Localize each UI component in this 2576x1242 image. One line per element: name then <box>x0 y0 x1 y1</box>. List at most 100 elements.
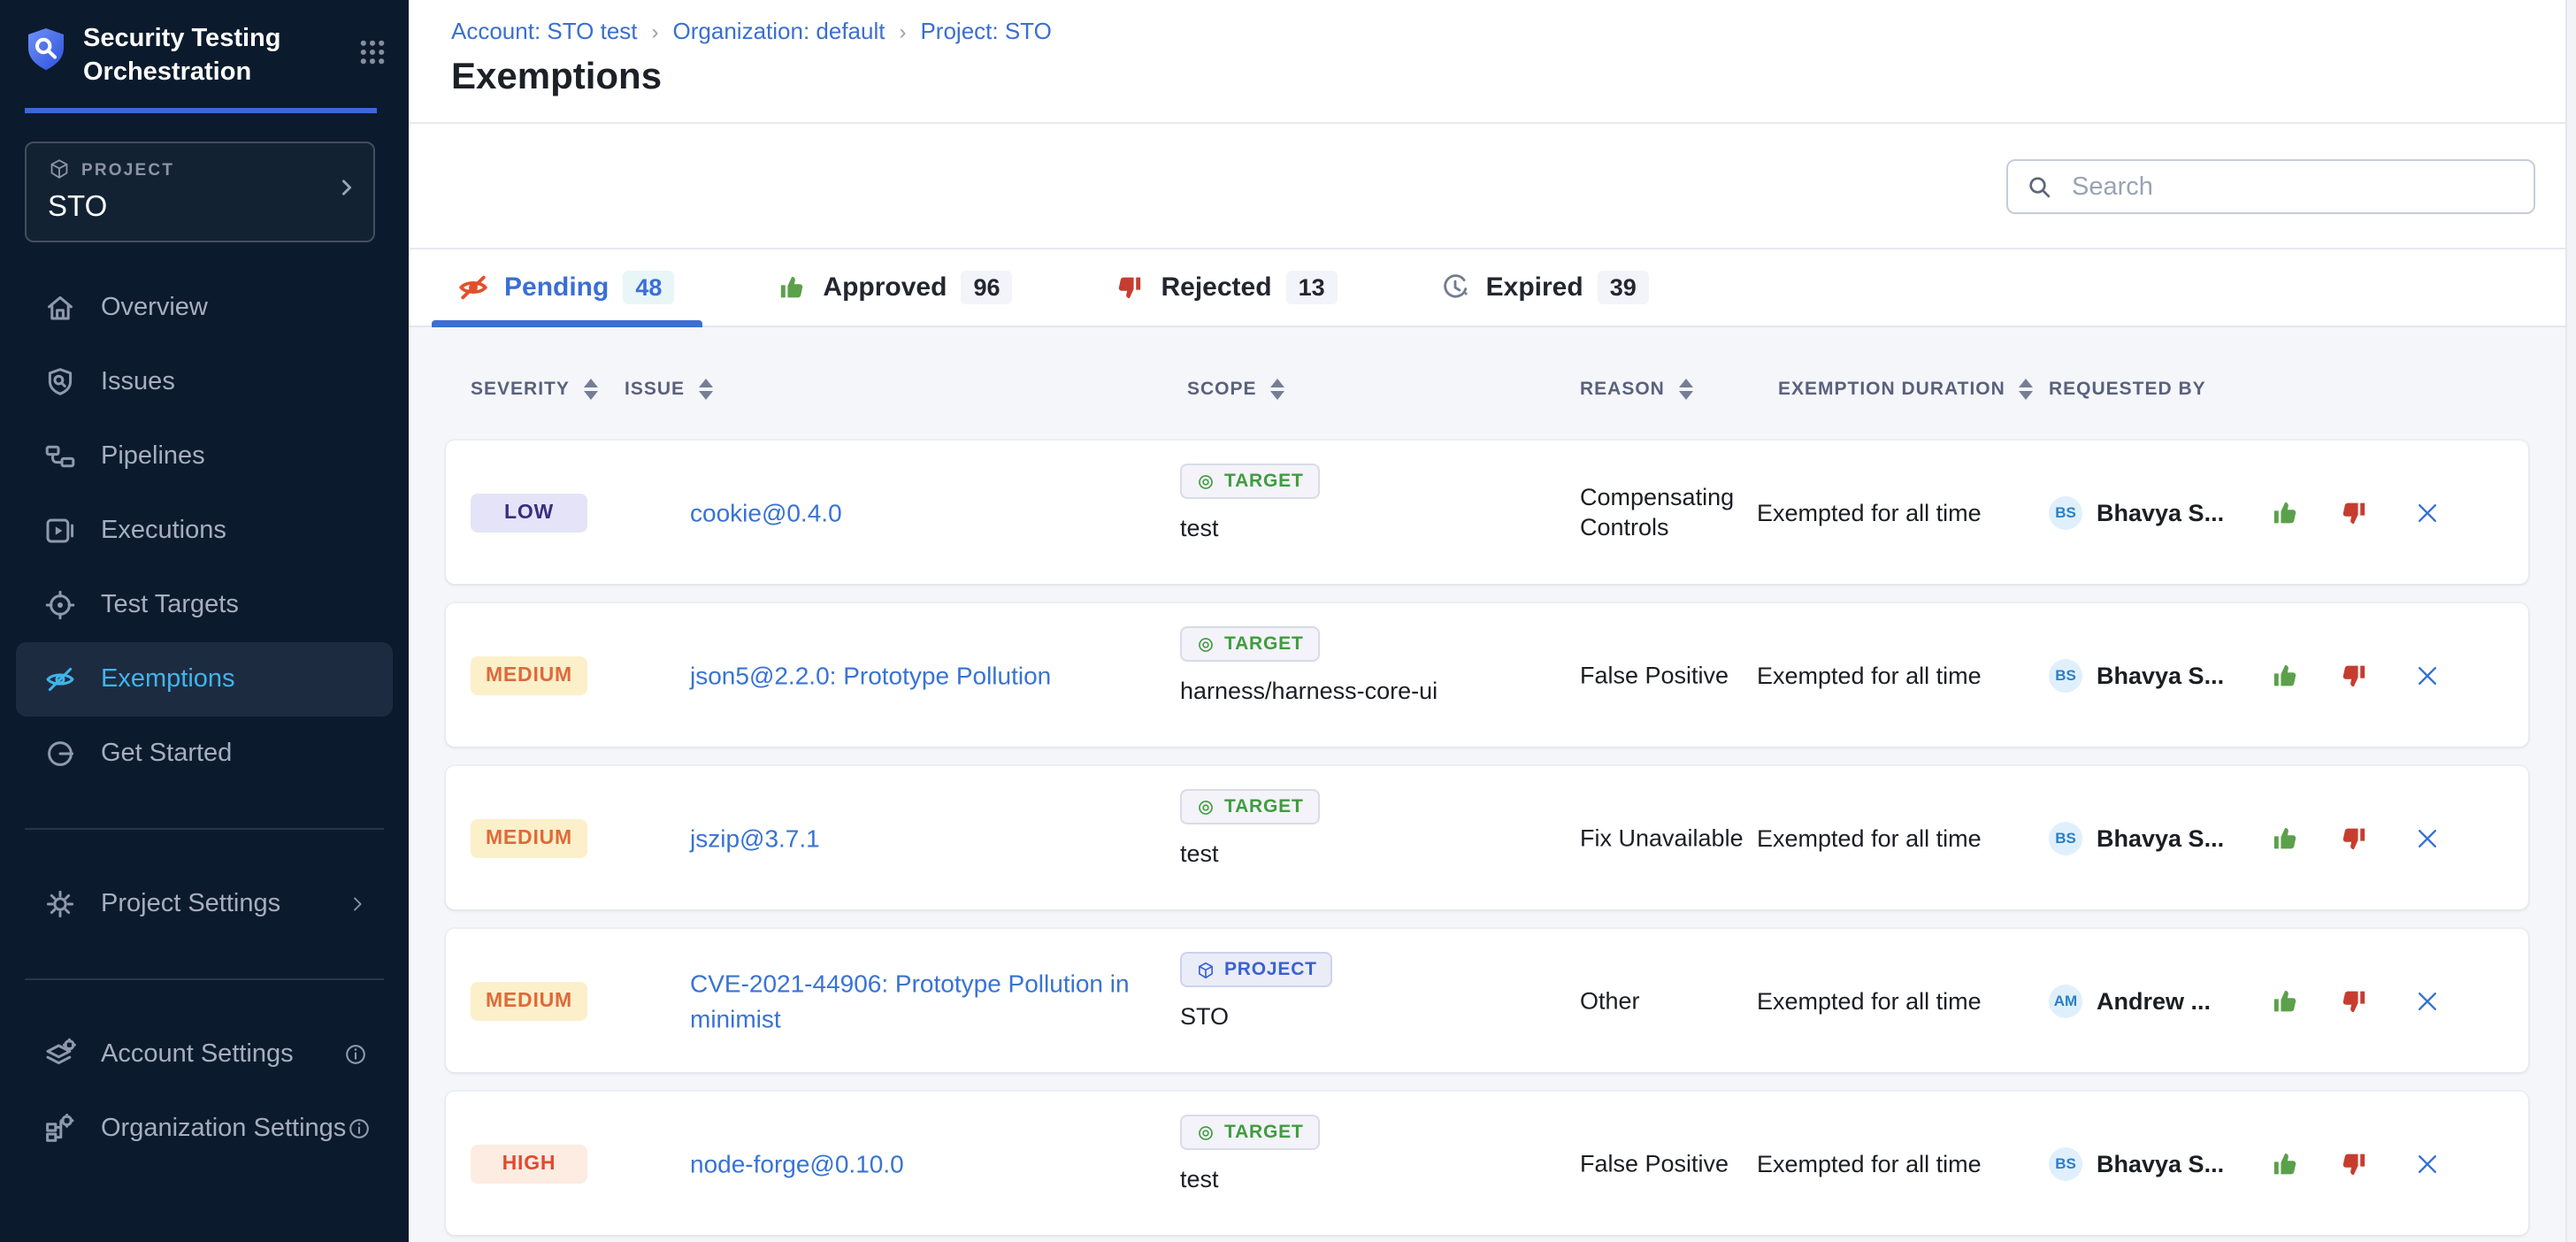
sidebar-item-label: Issues <box>101 367 175 395</box>
column-header-severity[interactable]: SEVERITY <box>471 379 598 400</box>
approve-button thumb-up-icon[interactable] <box>2268 495 2302 529</box>
sidebar-item-project-settings[interactable]: Project Settings <box>16 866 393 940</box>
tab-label: Expired <box>1486 272 1583 303</box>
requested-by-cell: BSBhavya S... <box>2049 658 2224 692</box>
reason-text: Fix Unavailable <box>1580 822 1757 853</box>
breadcrumb-separator: › <box>652 19 659 43</box>
page-title: Exemptions <box>451 57 2576 99</box>
cube-icon <box>1196 960 1215 979</box>
clock-icon <box>1438 271 1472 304</box>
reject-button thumb-down-icon[interactable] <box>2337 984 2371 1017</box>
search-box <box>2006 159 2535 214</box>
page-header: Account: STO test › Organization: default ›… <box>409 0 2576 124</box>
sidebar-item-organization-settings[interactable]: Organization Settings <box>16 1091 393 1165</box>
requester-name: Bhavya S... <box>2097 662 2224 688</box>
tab-pending[interactable]: Pending48 <box>456 249 674 326</box>
column-header-reason[interactable]: REASON <box>1580 379 1693 400</box>
requester-name: Andrew ... <box>2097 987 2211 1014</box>
dismiss-button x-icon[interactable] <box>2413 661 2442 689</box>
breadcrumb-link-account[interactable]: Account: STO test <box>451 18 638 44</box>
column-label: SEVERITY <box>471 379 570 400</box>
column-label: EXEMPTION DURATION <box>1778 379 2005 400</box>
requested-by-cell: BS Bhavya S... <box>2049 1146 2224 1180</box>
sidebar-item-label: Overview <box>101 293 208 321</box>
scope-cell: TARGET test <box>1180 1115 1320 1192</box>
chevron-right-icon <box>336 175 357 207</box>
column-label: REASON <box>1580 379 1665 400</box>
scope-type-badge: TARGET <box>1180 789 1320 824</box>
approve-button thumb-up-icon[interactable] <box>2268 984 2302 1017</box>
column-header-issue[interactable]: ISSUE <box>625 379 713 400</box>
project-selector[interactable]: PROJECT STO <box>25 141 375 242</box>
approve-button thumb-up-icon[interactable] <box>2268 1146 2302 1180</box>
column-header-scope[interactable]: SCOPE <box>1187 379 1285 400</box>
sidebar-item-issues[interactable]: Issues <box>16 344 393 418</box>
scope-type-label: TARGET <box>1224 633 1304 655</box>
sidebar-item-overview[interactable]: Overview <box>16 270 393 344</box>
issue-link[interactable]: json5@2.2.0: Prototype Pollution <box>690 657 1171 694</box>
cube-icon <box>48 157 71 185</box>
scope-cell: TARGETharness/harness-core-ui <box>1180 626 1438 703</box>
issue-link[interactable]: cookie@0.4.0 <box>690 494 1171 531</box>
severity-badge: MEDIUM <box>471 981 587 1020</box>
table-header: SEVERITY ISSUE SCOPE REASON EXEMPTION DURATI… <box>409 327 2576 441</box>
exemption-row: MEDIUM CVE-2021-44906: Prototype Pollutio… <box>446 929 2528 1072</box>
sidebar-item-executions[interactable]: Executions <box>16 493 393 567</box>
exemption-row: HIGHnode-forge@0.10.0TARGETtestFalse Pos… <box>446 1092 2528 1235</box>
scope-value: test <box>1180 1165 1320 1192</box>
scope-value: STO <box>1180 1002 1333 1029</box>
sidebar-item-pipelines[interactable]: Pipelines <box>16 418 393 493</box>
reject-button thumb-down-icon[interactable] <box>2337 1146 2371 1180</box>
column-header-requested-by: REQUESTED BY <box>2049 379 2206 400</box>
exemption-row: LOWcookie@0.4.0TARGETtestCompensating Co… <box>446 441 2528 584</box>
avatar: BS <box>2049 1146 2082 1180</box>
tab-approved[interactable]: Approved96 <box>775 249 1012 326</box>
breadcrumb-separator: › <box>899 19 906 43</box>
chevron-right-icon <box>347 893 368 914</box>
approve-button thumb-up-icon[interactable] <box>2268 658 2302 692</box>
requester-name: Bhavya S... <box>2097 1150 2224 1177</box>
issue-link[interactable]: CVE-2021-44906: Prototype Pollution in m… <box>690 964 1171 1036</box>
dismiss-button x-icon[interactable] <box>2413 1149 2442 1177</box>
scope-cell: PROJECTSTO <box>1180 952 1333 1029</box>
brand-underline <box>25 107 377 112</box>
reason-text: Other <box>1580 985 1757 1016</box>
tab-rejected[interactable]: Rejected13 <box>1114 249 1338 326</box>
requested-by-cell: AMAndrew ... <box>2049 984 2211 1017</box>
dismiss-button x-icon[interactable] <box>2413 824 2442 852</box>
sidebar-item-label: Pipelines <box>101 441 205 470</box>
table-body: LOWcookie@0.4.0TARGETtestCompensating Co… <box>409 441 2576 1235</box>
column-label: SCOPE <box>1187 379 1257 400</box>
app-header: Security Testing Orchestration <box>0 0 409 89</box>
severity-badge: LOW <box>471 493 587 532</box>
info-icon[interactable] <box>343 1041 368 1066</box>
sidebar-item-test-targets[interactable]: Test Targets <box>16 567 393 641</box>
scrollbar[interactable] <box>2565 0 2576 1242</box>
dismiss-button x-icon[interactable] <box>2413 986 2442 1015</box>
issue-link[interactable]: jszip@3.7.1 <box>690 820 1171 856</box>
main-content: Account: STO test › Organization: default ›… <box>409 0 2576 1242</box>
issue-link[interactable]: node-forge@0.10.0 <box>690 1146 1171 1182</box>
sidebar-item-label: Project Settings <box>101 889 280 917</box>
approve-button thumb-up-icon[interactable] <box>2268 821 2302 855</box>
search-input[interactable] <box>2068 171 2516 203</box>
scope-type-badge: TARGET <box>1180 1115 1320 1150</box>
column-header-exemption-duration[interactable]: EXEMPTION DURATION <box>1778 379 2034 400</box>
reject-button thumb-down-icon[interactable] <box>2337 658 2371 692</box>
info-icon[interactable] <box>346 1116 371 1140</box>
reject-button thumb-down-icon[interactable] <box>2337 495 2371 529</box>
scope-cell: TARGETtest <box>1180 789 1320 866</box>
sidebar-item-exemptions[interactable]: Exemptions <box>16 641 393 716</box>
tab-expired[interactable]: Expired 39 <box>1438 249 1649 326</box>
sidebar-item-account-settings[interactable]: Account Settings <box>16 1016 393 1091</box>
eye-off-red-icon <box>456 271 490 304</box>
dismiss-button x-icon[interactable] <box>2413 498 2442 526</box>
app-grid-icon[interactable] <box>357 37 387 76</box>
breadcrumb-link-project[interactable]: Project: STO <box>920 18 1051 44</box>
exemption-row: MEDIUMjszip@3.7.1TARGETtestFix Unavailab… <box>446 766 2528 909</box>
tab-count-badge: 39 <box>1598 271 1649 304</box>
sidebar-item-get-started[interactable]: Get Started <box>16 716 393 790</box>
breadcrumb-link-organization[interactable]: Organization: default <box>673 18 886 44</box>
sidebar-nav: Overview Issues Pipelines ExecutionsTest Ta… <box>0 270 409 1165</box>
reject-button thumb-down-icon[interactable] <box>2337 821 2371 855</box>
